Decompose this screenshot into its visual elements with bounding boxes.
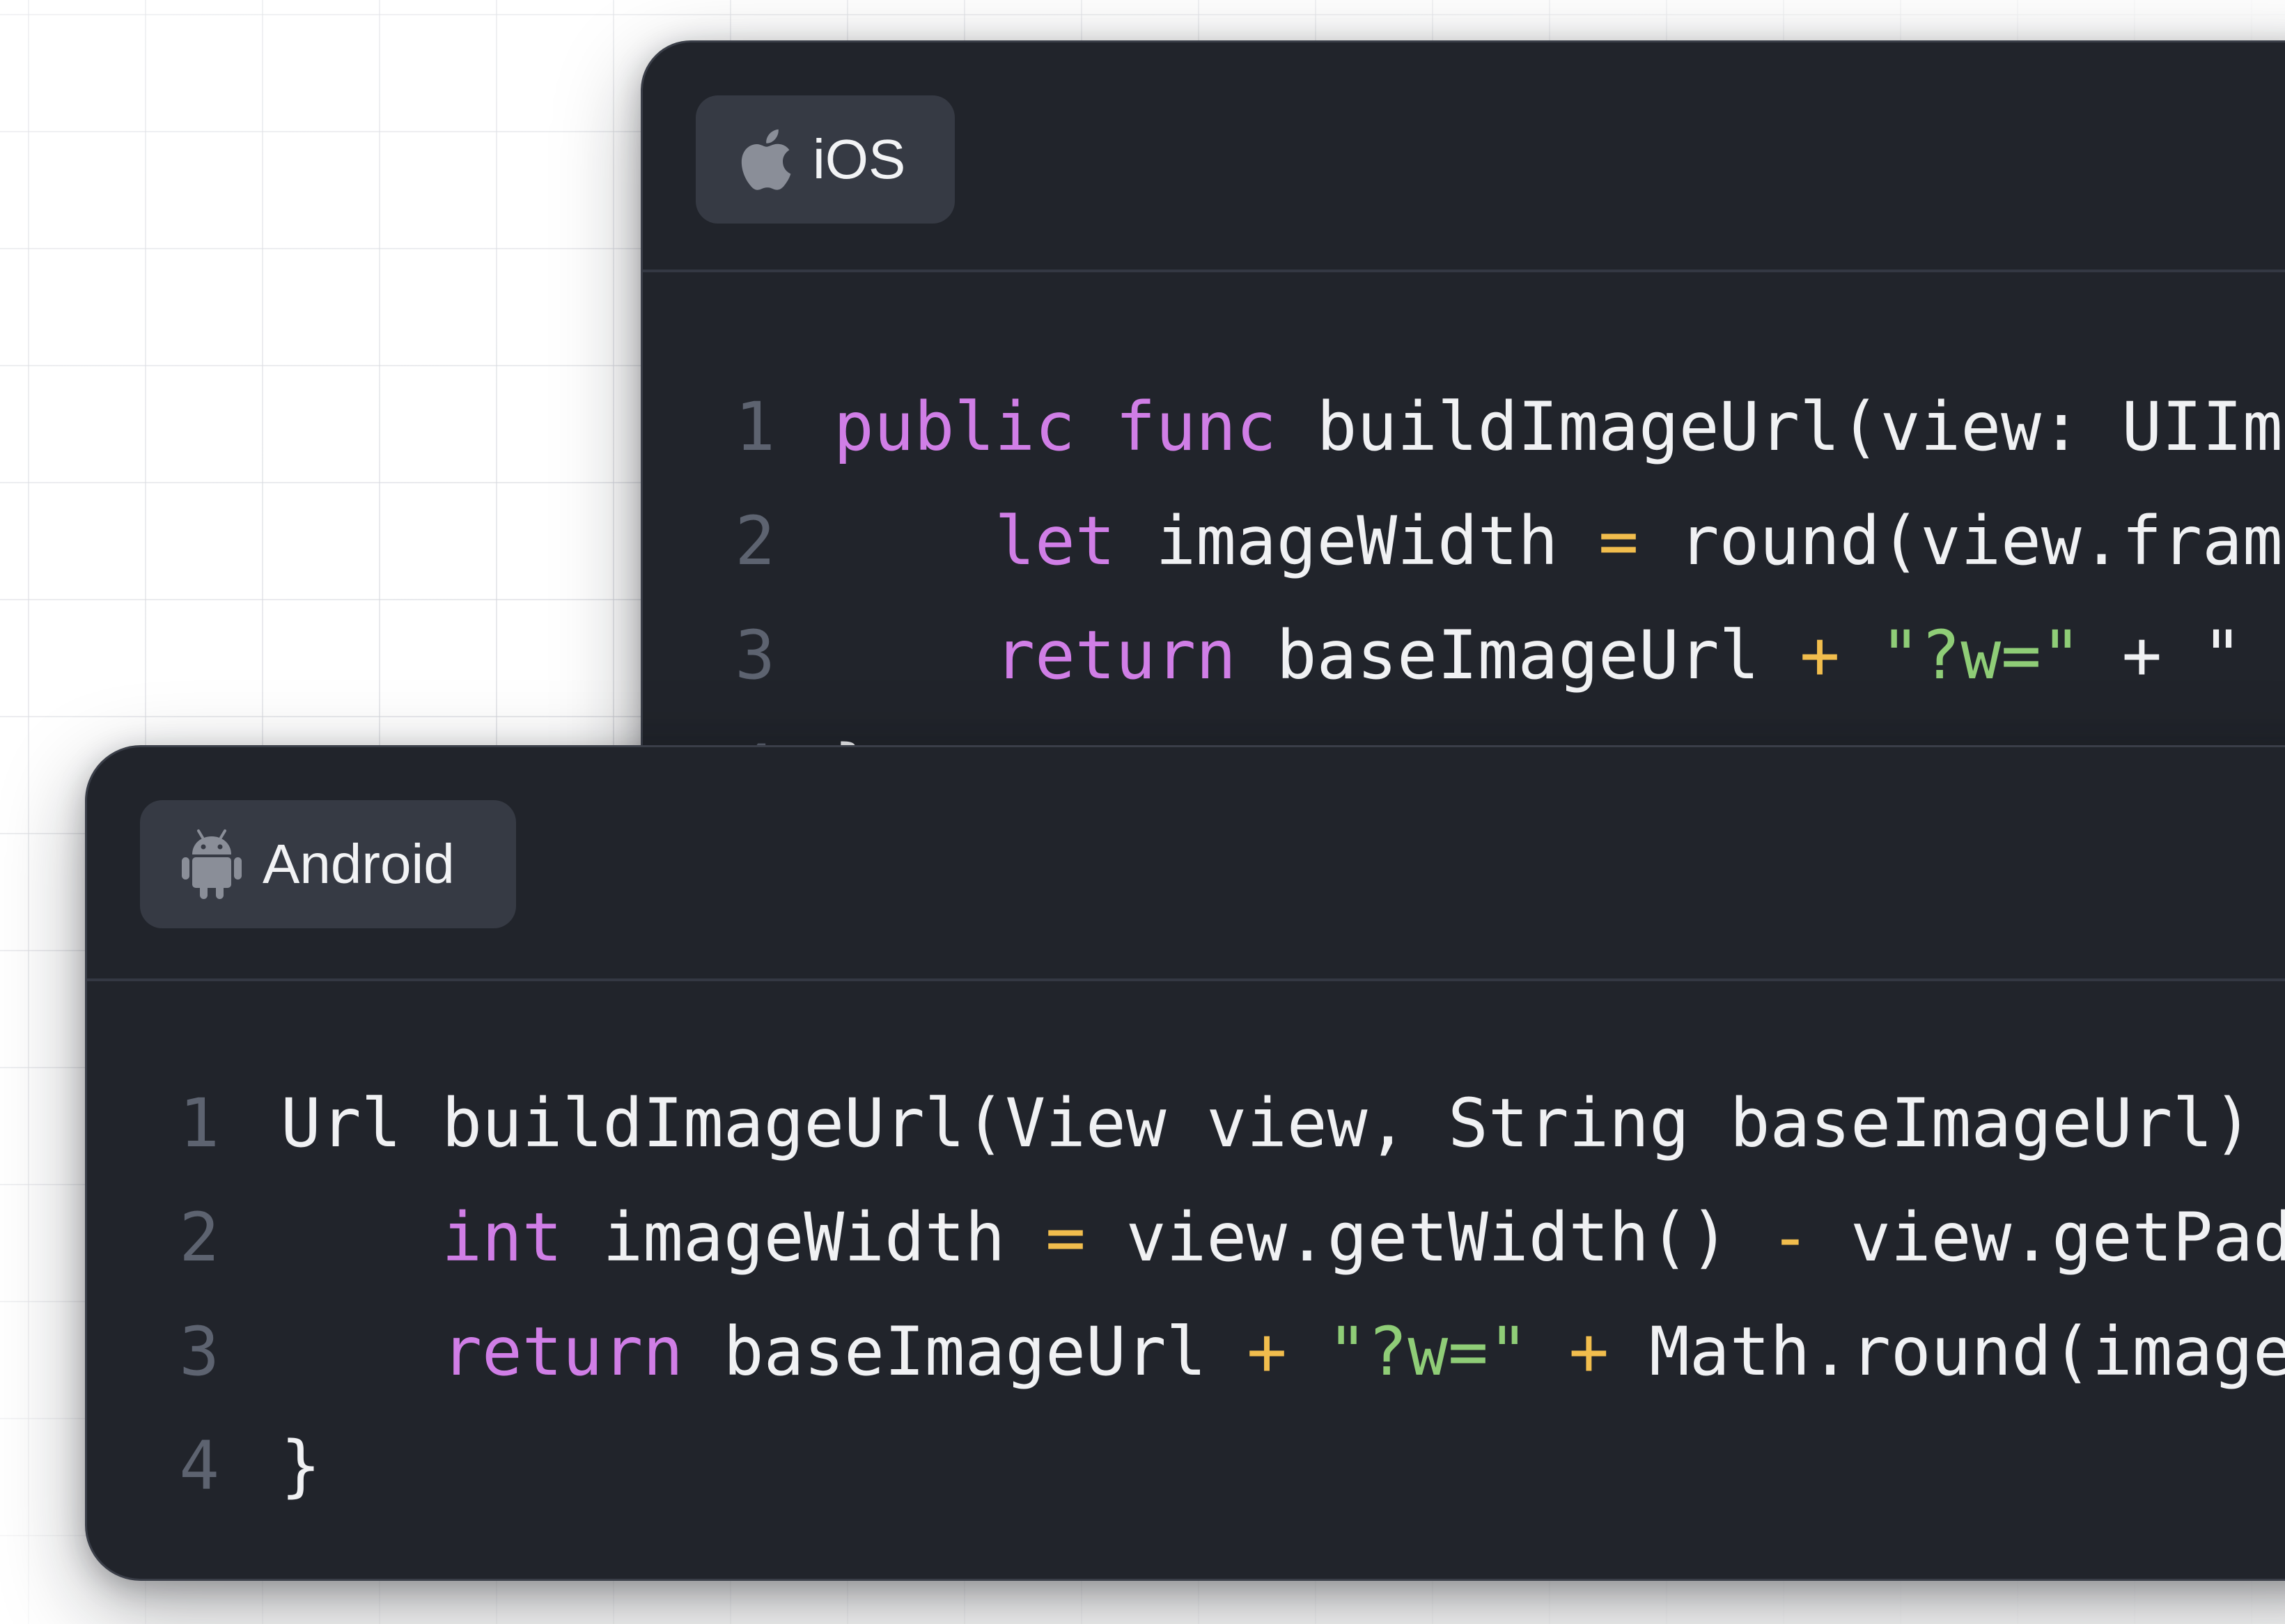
code-text: let imageWidth = round(view.frame.width <box>834 484 2285 598</box>
code-token: buildImageUrl(view: UIImageView <box>1316 388 2285 466</box>
code-line: 4} <box>87 1409 2285 1523</box>
code-token: } <box>281 1427 321 1505</box>
code-token: + " <box>2081 616 2243 694</box>
code-keyword: return <box>995 616 1236 694</box>
line-number: 1 <box>179 1084 219 1162</box>
android-code-block: 1 Url buildImageUrl(View view, String bas… <box>87 1066 2285 1523</box>
line-number: 4 <box>179 1427 219 1505</box>
code-keyword: public <box>834 388 1075 466</box>
code-line: 1 public func buildImageUrl(view: UIImage… <box>643 370 2285 484</box>
code-token: round(view.frame.width <box>1678 502 2285 580</box>
android-code-card: Android 1 Url buildImageUrl(View view, St… <box>85 745 2285 1581</box>
android-card-header: Android <box>87 747 2285 981</box>
code-operator: + <box>1568 1313 1609 1391</box>
code-text: Url buildImageUrl(View view, String base… <box>281 1066 2253 1180</box>
code-token: view.getWidth() <box>1085 1199 1770 1276</box>
code-string: "?w=" <box>1327 1313 1529 1391</box>
android-tab-label: Android <box>263 833 455 895</box>
code-operator: + <box>1247 1313 1287 1391</box>
line-number: 2 <box>179 1199 219 1276</box>
code-string: "?w=" <box>1880 616 2082 694</box>
line-number: 3 <box>735 616 775 694</box>
line-number: 3 <box>179 1313 219 1391</box>
code-token: Math.round(imageWidth <box>1649 1313 2285 1391</box>
code-token: imageWidth <box>1115 502 1599 580</box>
code-keyword: int <box>442 1199 563 1276</box>
android-tab[interactable]: Android <box>140 800 516 928</box>
code-text: return baseImageUrl + "?w=" + " <box>834 598 2243 712</box>
code-text: } <box>281 1409 321 1523</box>
code-operator: + <box>1800 616 1840 694</box>
code-token: Url buildImageUrl(View view, String base… <box>281 1084 2254 1162</box>
android-icon <box>180 828 243 900</box>
ios-tab[interactable]: iOS <box>696 95 955 224</box>
code-line: 1 Url buildImageUrl(View view, String bas… <box>87 1066 2285 1180</box>
code-token: imageWidth <box>562 1199 1046 1276</box>
code-line: 3 return baseImageUrl + "?w=" + " <box>643 598 2285 712</box>
code-keyword: return <box>442 1313 683 1391</box>
code-token: view.getPaddingLeft <box>1850 1199 2285 1276</box>
code-token: baseImageUrl <box>1235 616 1800 694</box>
code-line: 2 let imageWidth = round(view.frame.widt… <box>643 484 2285 598</box>
ios-tab-label: iOS <box>813 128 906 190</box>
code-line: 2 int imageWidth = view.getWidth() - vie… <box>87 1180 2285 1295</box>
line-number: 2 <box>735 502 775 580</box>
code-operator: - <box>1770 1199 1811 1276</box>
code-keyword: func <box>1115 388 1277 466</box>
code-operator: = <box>1598 502 1639 580</box>
code-text: int imageWidth = view.getWidth() - view.… <box>281 1180 2285 1295</box>
line-number: 1 <box>735 388 775 466</box>
apple-icon <box>733 125 793 194</box>
code-token: baseImageUrl <box>683 1313 1247 1391</box>
code-text: public func buildImageUrl(view: UIImageV… <box>834 370 2285 484</box>
code-operator: = <box>1045 1199 1086 1276</box>
code-line: 3 return baseImageUrl + "?w=" + Math.rou… <box>87 1295 2285 1409</box>
code-text: return baseImageUrl + "?w=" + Math.round… <box>281 1295 2285 1409</box>
ios-card-header: iOS <box>643 42 2285 272</box>
code-keyword: let <box>995 502 1116 580</box>
